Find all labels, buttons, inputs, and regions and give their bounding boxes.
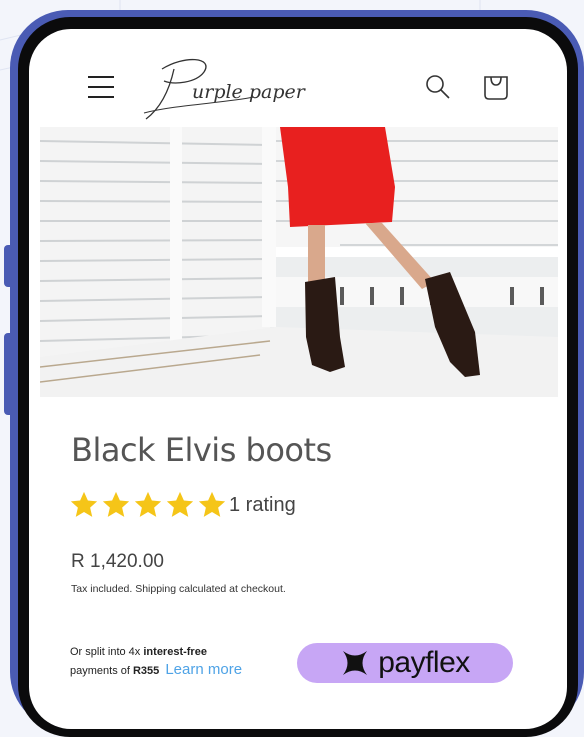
product-price: R 1,420.00 — [71, 551, 164, 572]
star-icon — [102, 491, 130, 517]
brand-logo[interactable]: urple paper — [134, 47, 324, 127]
phone-screen: urple paper Black Elvis boots 1 rating R… — [29, 29, 567, 729]
product-title: Black Elvis boots — [71, 431, 332, 469]
installment-amount: R355 — [132, 665, 160, 677]
split-prefix: Or split into 4x — [70, 646, 141, 658]
rating-count[interactable]: 1 rating — [229, 494, 296, 517]
star-icon — [134, 491, 162, 517]
learn-more-link[interactable]: Learn more — [165, 661, 242, 678]
svg-text:urple paper: urple paper — [192, 81, 307, 103]
interest-free-label: interest-free — [143, 646, 207, 658]
payflex-logo-icon — [343, 651, 368, 675]
rating-stars[interactable] — [69, 490, 227, 520]
cart-icon[interactable] — [482, 71, 510, 101]
payflex-label: payflex — [378, 646, 470, 679]
product-image — [40, 127, 558, 397]
hamburger-icon[interactable] — [88, 76, 114, 98]
star-icon — [198, 491, 226, 517]
star-icon — [70, 491, 98, 517]
tax-note: Tax included. Shipping calculated at che… — [71, 583, 286, 595]
payments-of-label: payments of — [70, 665, 130, 677]
payflex-badge[interactable]: payflex — [297, 643, 513, 683]
payflex-split-text: Or split into 4x interest-free payments … — [70, 644, 242, 680]
star-icon — [166, 491, 194, 517]
search-icon[interactable] — [424, 73, 452, 101]
